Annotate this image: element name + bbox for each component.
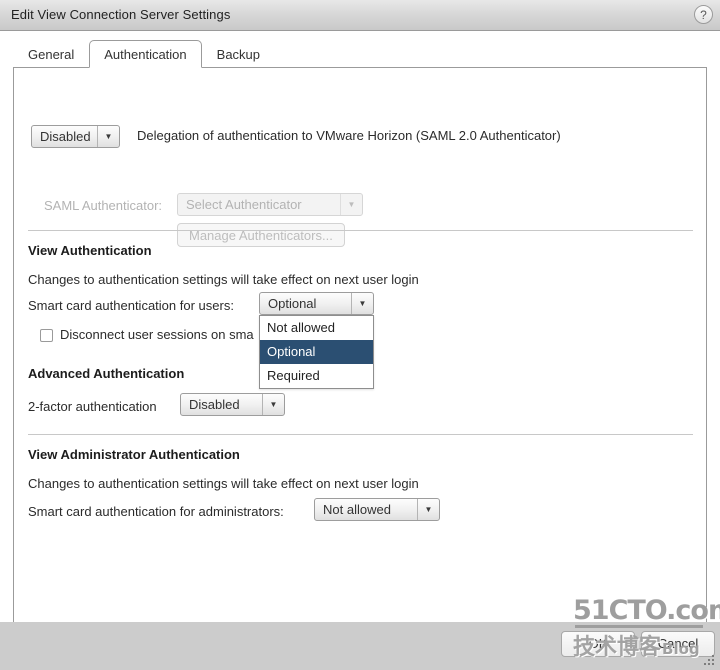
view-authentication-note: Changes to authentication settings will … — [28, 272, 419, 287]
dialog-body: General Authentication Backup Disabled ▼… — [0, 32, 720, 642]
disconnect-sessions-checkbox[interactable] — [40, 329, 53, 342]
delegation-select[interactable]: Disabled ▼ — [31, 125, 120, 148]
dropdown-option-optional[interactable]: Optional — [260, 340, 373, 364]
delegation-description: Delegation of authentication to VMware H… — [137, 128, 561, 143]
delegation-select-value: Disabled — [40, 129, 91, 144]
tab-backup[interactable]: Backup — [202, 40, 275, 68]
window-title: Edit View Connection Server Settings — [11, 7, 231, 22]
chevron-down-icon: ▼ — [340, 194, 362, 215]
smartcard-users-dropdown-list[interactable]: Not allowed Optional Required — [259, 315, 374, 389]
saml-authenticator-label: SAML Authenticator: — [44, 198, 163, 213]
smartcard-users-select[interactable]: Optional ▼ — [259, 292, 374, 315]
dropdown-option-required[interactable]: Required — [260, 364, 373, 388]
tab-general[interactable]: General — [13, 40, 89, 68]
chevron-down-icon: ▼ — [417, 499, 439, 520]
admin-authentication-heading: View Administrator Authentication — [28, 447, 240, 462]
advanced-authentication-heading: Advanced Authentication — [28, 366, 185, 381]
two-factor-label: 2-factor authentication — [28, 399, 157, 414]
title-bar: Edit View Connection Server Settings ? — [0, 0, 720, 31]
disconnect-sessions-label: Disconnect user sessions on sma — [60, 327, 254, 342]
chevron-down-icon: ▼ — [262, 394, 284, 415]
separator-2 — [28, 434, 693, 435]
help-question-icon[interactable]: ? — [694, 5, 713, 24]
admin-authentication-note: Changes to authentication settings will … — [28, 476, 419, 491]
view-authentication-heading: View Authentication — [28, 243, 152, 258]
saml-authenticator-select: Select Authenticator ▼ — [177, 193, 363, 216]
two-factor-value: Disabled — [189, 397, 240, 412]
ok-button[interactable]: OK — [561, 631, 635, 657]
resize-grip-icon[interactable] — [703, 653, 716, 666]
authentication-panel: Disabled ▼ Delegation of authentication … — [13, 67, 707, 642]
tab-strip: General Authentication Backup — [13, 40, 275, 68]
manage-authenticators-button: Manage Authenticators... — [177, 223, 345, 247]
saml-authenticator-value: Select Authenticator — [186, 197, 302, 212]
separator-1 — [28, 230, 693, 231]
dropdown-option-not-allowed[interactable]: Not allowed — [260, 316, 373, 340]
panel-content: Disabled ▼ Delegation of authentication … — [14, 68, 706, 641]
chevron-down-icon: ▼ — [97, 126, 119, 147]
chevron-down-icon: ▼ — [351, 293, 373, 314]
smartcard-admins-select[interactable]: Not allowed ▼ — [314, 498, 440, 521]
tab-authentication[interactable]: Authentication — [89, 40, 202, 68]
smartcard-users-label: Smart card authentication for users: — [28, 298, 234, 313]
two-factor-select[interactable]: Disabled ▼ — [180, 393, 285, 416]
dialog-window: Edit View Connection Server Settings ? G… — [0, 0, 720, 670]
smartcard-admins-label: Smart card authentication for administra… — [28, 504, 284, 519]
smartcard-users-value: Optional — [268, 296, 317, 311]
smartcard-admins-value: Not allowed — [323, 502, 391, 517]
dialog-footer: OK Cancel — [0, 622, 720, 670]
